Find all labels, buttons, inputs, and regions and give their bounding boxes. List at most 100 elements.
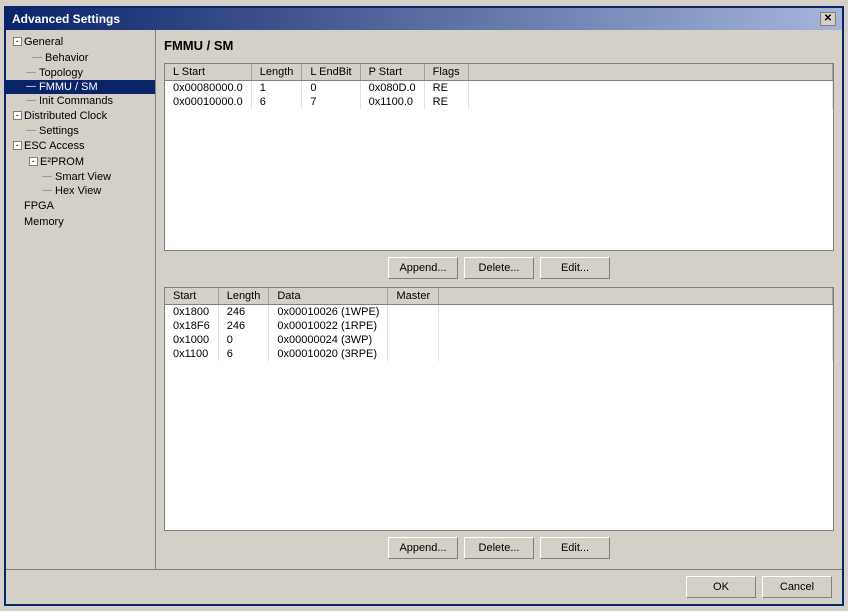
lower-cell-length: 246 (218, 305, 269, 320)
dash-behavior: — (32, 52, 42, 63)
upper-cell-length: 6 (251, 95, 302, 109)
lower-cell-start: 0x18F6 (165, 319, 218, 333)
expander-fpga (10, 199, 24, 213)
close-button[interactable]: ✕ (820, 12, 836, 26)
main-content: FMMU / SM L Start Length L EndBit P Star… (156, 30, 842, 569)
sidebar-label-init-commands: Init Commands (39, 95, 113, 107)
lower-cell-start: 0x1000 (165, 333, 218, 347)
upper-col-flags: Flags (424, 64, 468, 81)
lower-table-row[interactable]: 0x110060x00010020 (3RPE) (165, 347, 833, 361)
window-title: Advanced Settings (12, 12, 120, 26)
lower-cell-length: 246 (218, 319, 269, 333)
sidebar-item-fpga[interactable]: FPGA (6, 198, 155, 214)
cancel-button[interactable]: Cancel (762, 576, 832, 598)
lower-table-row[interactable]: 0x18002460x00010026 (1WPE) (165, 305, 833, 320)
lower-cell-data: 0x00000024 (3WP) (269, 333, 388, 347)
sidebar-item-memory[interactable]: Memory (6, 214, 155, 230)
sidebar-item-general[interactable]: - General (6, 34, 155, 50)
upper-btn-row: Append... Delete... Edit... (164, 257, 834, 279)
upper-cell-l_endbit: 0 (302, 80, 360, 95)
lower-edit-button[interactable]: Edit... (540, 537, 610, 559)
lower-cell-length: 6 (218, 347, 269, 361)
sidebar-item-topology[interactable]: — Topology (6, 66, 155, 80)
sidebar-label-topology: Topology (39, 67, 83, 79)
upper-cell-flags: RE (424, 95, 468, 109)
lower-section: Start Length Data Master 0x18002460x0001… (164, 287, 834, 560)
lower-col-length: Length (218, 288, 269, 305)
lower-cell-length: 0 (218, 333, 269, 347)
sidebar-item-smart-view[interactable]: — Smart View (6, 170, 155, 184)
sidebar-label-fmmu-sm: FMMU / SM (39, 81, 98, 93)
expander-dc: - (10, 109, 24, 123)
upper-col-pstart: P Start (360, 64, 424, 81)
lower-cell-data: 0x00010020 (3RPE) (269, 347, 388, 361)
upper-col-length: Length (251, 64, 302, 81)
upper-cell-l_start: 0x00080000.0 (165, 80, 251, 95)
lower-append-button[interactable]: Append... (388, 537, 458, 559)
sidebar-item-init-commands[interactable]: — Init Commands (6, 94, 155, 108)
dash-init: — (26, 95, 36, 106)
lower-cell-master (388, 333, 439, 347)
sidebar-item-esc-access[interactable]: - ESC Access (6, 138, 155, 154)
window-body: - General — Behavior — Topology — FMMU /… (6, 30, 842, 569)
sidebar-item-hex-view[interactable]: — Hex View (6, 184, 155, 198)
upper-col-empty (468, 64, 832, 81)
lower-cell-master (388, 347, 439, 361)
upper-edit-button[interactable]: Edit... (540, 257, 610, 279)
upper-cell-l_start: 0x00010000.0 (165, 95, 251, 109)
sidebar-label-e2prom: E²PROM (40, 156, 84, 168)
sidebar-item-settings[interactable]: — Settings (6, 124, 155, 138)
dash-settings: — (26, 125, 36, 136)
upper-cell-p_start: 0x080D.0 (360, 80, 424, 95)
sidebar-label-smart-view: Smart View (55, 171, 111, 183)
sidebar-label-memory: Memory (24, 216, 64, 228)
lower-cell-data: 0x00010022 (1RPE) (269, 319, 388, 333)
panel-title: FMMU / SM (164, 38, 834, 53)
sidebar-label-fpga: FPGA (24, 200, 54, 212)
expander-general: - (10, 35, 24, 49)
lower-cell-master (388, 305, 439, 320)
sidebar-item-fmmu-sm[interactable]: — FMMU / SM (6, 80, 155, 94)
upper-table-row[interactable]: 0x00080000.0100x080D.0RE (165, 80, 833, 95)
sidebar-label-behavior: Behavior (45, 52, 88, 64)
sidebar-item-distributed-clock[interactable]: - Distributed Clock (6, 108, 155, 124)
lower-btn-row: Append... Delete... Edit... (164, 537, 834, 559)
upper-section: L Start Length L EndBit P Start Flags 0x… (164, 63, 834, 282)
expander-esc: - (10, 139, 24, 153)
lower-table-row[interactable]: 0x18F62460x00010022 (1RPE) (165, 319, 833, 333)
lower-cell-start: 0x1100 (165, 347, 218, 361)
bottom-bar: OK Cancel (6, 569, 842, 604)
lower-table: Start Length Data Master 0x18002460x0001… (164, 287, 834, 530)
upper-delete-button[interactable]: Delete... (464, 257, 534, 279)
upper-cell-flags: RE (424, 80, 468, 95)
lower-col-start: Start (165, 288, 218, 305)
upper-cell-p_start: 0x1100.0 (360, 95, 424, 109)
upper-table: L Start Length L EndBit P Start Flags 0x… (164, 63, 834, 252)
upper-cell-l_endbit: 7 (302, 95, 360, 109)
sidebar-item-behavior[interactable]: — Behavior (6, 50, 155, 66)
lower-delete-button[interactable]: Delete... (464, 537, 534, 559)
upper-col-lstart: L Start (165, 64, 251, 81)
expander-e2prom: - (26, 155, 40, 169)
sidebar-label-hex-view: Hex View (55, 185, 101, 197)
ok-button[interactable]: OK (686, 576, 756, 598)
lower-col-empty (439, 288, 833, 305)
advanced-settings-window: Advanced Settings ✕ - General — Behavior… (4, 6, 844, 606)
lower-col-data: Data (269, 288, 388, 305)
lower-col-master: Master (388, 288, 439, 305)
dash-smart: — (42, 171, 52, 182)
lower-table-row[interactable]: 0x100000x00000024 (3WP) (165, 333, 833, 347)
sidebar-label-distributed-clock: Distributed Clock (24, 110, 107, 122)
sidebar-label-esc-access: ESC Access (24, 140, 85, 152)
upper-col-lendbit: L EndBit (302, 64, 360, 81)
dash-fmmu: — (26, 81, 36, 92)
lower-cell-master (388, 319, 439, 333)
upper-append-button[interactable]: Append... (388, 257, 458, 279)
sidebar-label-settings: Settings (39, 125, 79, 137)
expander-memory (10, 215, 24, 229)
sidebar-item-e2prom[interactable]: - E²PROM (6, 154, 155, 170)
lower-cell-data: 0x00010026 (1WPE) (269, 305, 388, 320)
upper-table-row[interactable]: 0x00010000.0670x1100.0RE (165, 95, 833, 109)
title-bar: Advanced Settings ✕ (6, 8, 842, 30)
lower-cell-start: 0x1800 (165, 305, 218, 320)
